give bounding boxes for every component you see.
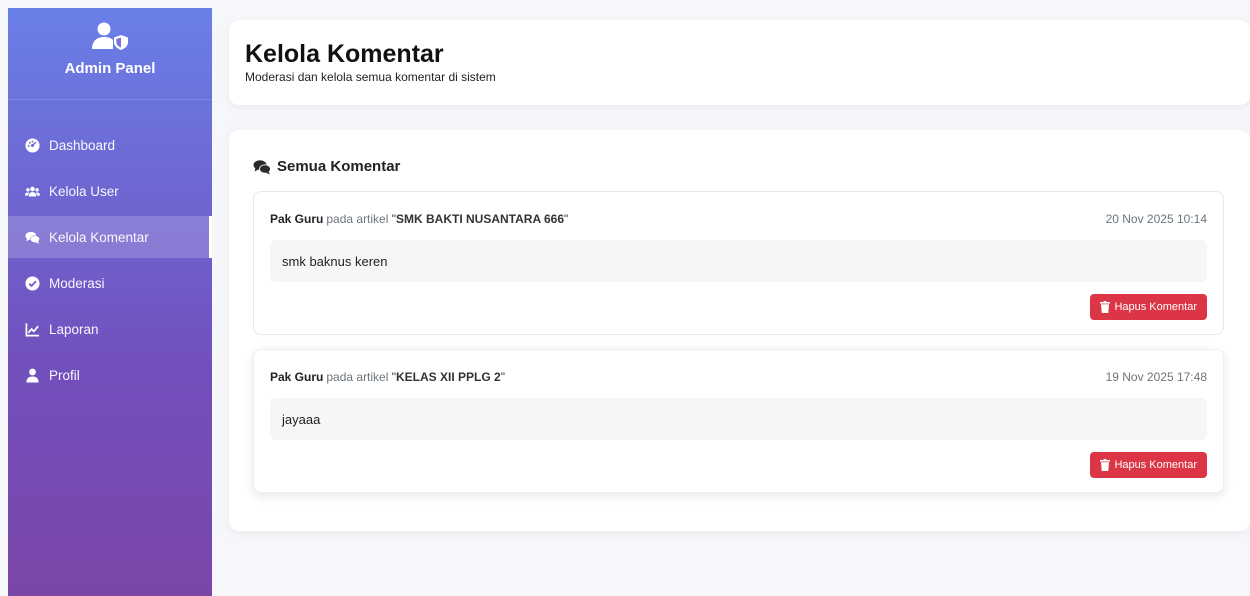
users-icon: [25, 184, 40, 199]
comment-body: jayaaa: [270, 398, 1207, 440]
brand-title: Admin Panel: [64, 60, 156, 77]
delete-comment-label: Hapus Komentar: [1114, 301, 1197, 313]
comments-icon: [253, 159, 271, 174]
sidebar-item-label: Kelola User: [49, 183, 119, 199]
comment-card: Pak Guru pada artikel "SMK BAKTI NUSANTAR…: [253, 191, 1224, 335]
trash-icon: [1100, 459, 1111, 471]
sidebar-item-kelola-user[interactable]: Kelola User: [8, 170, 212, 212]
comment-header: Pak Guru pada artikel "SMK BAKTI NUSANTAR…: [270, 208, 1207, 230]
comment-date: 19 Nov 2025 17:48: [1105, 370, 1207, 384]
comment-article[interactable]: KELAS XII PPLG 2: [396, 370, 501, 384]
comment-header: Pak Guru pada artikel "KELAS XII PPLG 2" …: [270, 366, 1207, 388]
chart-line-icon: [25, 322, 40, 337]
delete-comment-button[interactable]: Hapus Komentar: [1090, 452, 1207, 478]
sidebar-item-dashboard[interactable]: Dashboard: [8, 124, 212, 166]
page-header: Kelola Komentar Moderasi dan kelola semu…: [229, 20, 1250, 105]
comments-panel: Semua Komentar Pak Guru pada artikel "SMK…: [229, 130, 1250, 531]
comments-icon: [25, 230, 40, 245]
comment-card: Pak Guru pada artikel "KELAS XII PPLG 2" …: [253, 349, 1224, 493]
comment-meta: Pak Guru pada artikel "SMK BAKTI NUSANTAR…: [270, 212, 569, 226]
comment-author: Pak Guru: [270, 370, 324, 384]
page-title: Kelola Komentar: [245, 40, 444, 68]
comment-article[interactable]: SMK BAKTI NUSANTARA 666: [396, 212, 564, 226]
dashboard-icon: [25, 137, 40, 153]
delete-comment-button[interactable]: Hapus Komentar: [1090, 294, 1207, 320]
sidebar-item-laporan[interactable]: Laporan: [8, 308, 212, 350]
sidebar-nav: Dashboard Kelola User Kelola Komentar Mo…: [8, 124, 212, 396]
check-circle-icon: [25, 275, 40, 291]
trash-icon: [1100, 301, 1111, 313]
comment-on-text: pada artikel: [326, 370, 389, 384]
sidebar-item-label: Dashboard: [49, 137, 116, 153]
brand: Admin Panel: [8, 8, 212, 100]
section-title: Semua Komentar: [253, 158, 1226, 175]
comment-author: Pak Guru: [270, 212, 324, 226]
sidebar-item-profil[interactable]: Profil: [8, 354, 212, 396]
sidebar-item-label: Kelola Komentar: [49, 229, 149, 245]
sidebar-item-kelola-komentar[interactable]: Kelola Komentar: [8, 216, 212, 258]
comment-on-text: pada artikel: [326, 212, 389, 226]
user-shield-icon: [90, 22, 130, 50]
delete-comment-label: Hapus Komentar: [1114, 459, 1197, 471]
comment-date: 20 Nov 2025 10:14: [1105, 212, 1207, 226]
sidebar-item-moderasi[interactable]: Moderasi: [8, 262, 212, 304]
comment-meta: Pak Guru pada artikel "KELAS XII PPLG 2": [270, 370, 505, 384]
page-subtitle: Moderasi dan kelola semua komentar di si…: [245, 70, 496, 84]
sidebar-item-label: Profil: [49, 367, 80, 383]
section-title-label: Semua Komentar: [277, 158, 401, 175]
sidebar: Admin Panel Dashboard Kelola User Kelola…: [8, 8, 212, 596]
sidebar-item-label: Moderasi: [49, 275, 105, 291]
comment-body: smk baknus keren: [270, 240, 1207, 282]
user-icon: [25, 368, 40, 383]
sidebar-item-label: Laporan: [49, 321, 99, 337]
